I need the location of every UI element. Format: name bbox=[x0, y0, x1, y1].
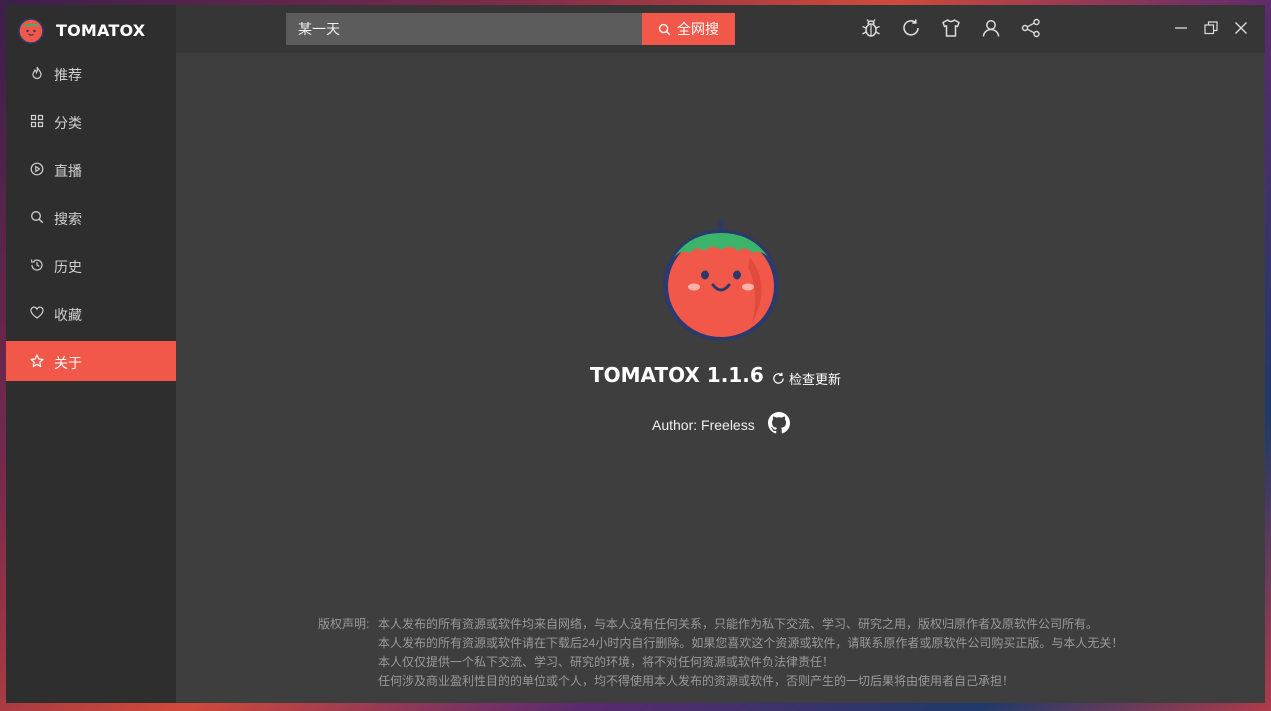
global-search-label: 全网搜 bbox=[677, 21, 719, 37]
sidebar-item-history[interactable]: 历史 bbox=[6, 245, 176, 285]
search-input[interactable] bbox=[286, 13, 642, 45]
app-window: TOMATOX 推荐 分类 直播 搜索 历史 收藏 关于 某一天 全网搜 TOM… bbox=[6, 5, 1265, 703]
refresh-icon bbox=[773, 372, 784, 384]
sidebar-item-category[interactable]: 分类 bbox=[6, 101, 176, 141]
sidebar-item-label: 历史 bbox=[54, 259, 82, 275]
search-bar: 全网搜 bbox=[286, 13, 735, 45]
disclaimer-text: 本人发布的所有资源或软件均来自网络，与本人没有任何关系，只能作为私下交流、学习、… bbox=[378, 617, 1099, 631]
sidebar-item-label: 收藏 bbox=[54, 307, 82, 323]
sidebar-item-label: 直播 bbox=[54, 163, 82, 179]
search-icon bbox=[31, 211, 44, 224]
tomato-mascot-icon bbox=[663, 219, 779, 341]
restore-icon[interactable] bbox=[1202, 19, 1220, 37]
disclaimer-line: 本人仅仅提供一个私下交流、学习、研究的环境，将不对任何资源或软件负法律责任！ bbox=[378, 655, 835, 669]
user-icon[interactable] bbox=[980, 17, 1002, 39]
share-icon[interactable] bbox=[1020, 17, 1042, 39]
search-icon bbox=[658, 23, 671, 35]
sidebar: TOMATOX 推荐 分类 直播 搜索 历史 收藏 关于 bbox=[6, 5, 176, 703]
sidebar-item-recommend[interactable]: 推荐 bbox=[6, 53, 176, 93]
app-version: TOMATOX 1.1.6 bbox=[590, 363, 764, 387]
author-text: Author: Freeless bbox=[652, 417, 755, 433]
sidebar-item-label: 搜索 bbox=[54, 211, 82, 227]
sidebar-item-label: 关于 bbox=[54, 355, 82, 371]
history-icon bbox=[30, 259, 43, 271]
github-icon[interactable] bbox=[768, 412, 790, 434]
sidebar-item-label: 分类 bbox=[54, 115, 82, 131]
flame-icon bbox=[32, 66, 42, 80]
app-name: TOMATOX bbox=[56, 21, 146, 40]
sidebar-nav: 推荐 分类 直播 搜索 历史 收藏 关于 bbox=[6, 53, 176, 389]
about-page: TOMATOX 1.1.6 检查更新 Author: Freeless 版权声明… bbox=[176, 53, 1265, 703]
sidebar-item-label: 推荐 bbox=[54, 67, 82, 83]
grid-icon bbox=[30, 114, 44, 128]
disclaimer-line: 版权声明: 本人发布的所有资源或软件均来自网络，与本人没有任何关系，只能作为私下交… bbox=[318, 615, 1218, 634]
close-icon[interactable] bbox=[1232, 19, 1250, 37]
minimize-icon[interactable] bbox=[1172, 19, 1190, 37]
star-icon bbox=[30, 354, 44, 368]
disclaimer-label: 版权声明: bbox=[318, 617, 370, 631]
tomato-logo-icon bbox=[18, 18, 44, 44]
top-bar: 全网搜 bbox=[176, 5, 1265, 53]
copyright-disclaimer: 版权声明: 本人发布的所有资源或软件均来自网络，与本人没有任何关系，只能作为私下交… bbox=[318, 615, 1218, 691]
disclaimer-line: 本人发布的所有资源或软件请在下载后24小时内自行删除。如果您喜欢这个资源或软件，… bbox=[378, 636, 1124, 650]
brand: TOMATOX bbox=[6, 5, 176, 53]
refresh-icon[interactable] bbox=[900, 17, 922, 39]
disclaimer-line: 任何涉及商业盈利性目的的单位或个人，均不得使用本人发布的资源或软件，否则产生的一… bbox=[378, 674, 1015, 688]
heart-icon bbox=[30, 306, 44, 319]
check-update-label: 检查更新 bbox=[789, 372, 842, 387]
sidebar-item-favorites[interactable]: 收藏 bbox=[6, 293, 176, 333]
tshirt-icon[interactable] bbox=[940, 17, 962, 39]
bug-icon[interactable] bbox=[860, 17, 882, 39]
global-search-button[interactable]: 全网搜 bbox=[642, 13, 735, 45]
sidebar-item-search[interactable]: 搜索 bbox=[6, 197, 176, 237]
sidebar-item-about[interactable]: 关于 bbox=[6, 341, 176, 381]
sidebar-item-live[interactable]: 直播 bbox=[6, 149, 176, 189]
check-update-button[interactable]: 检查更新 bbox=[772, 369, 841, 388]
play-circle-icon bbox=[30, 162, 44, 176]
